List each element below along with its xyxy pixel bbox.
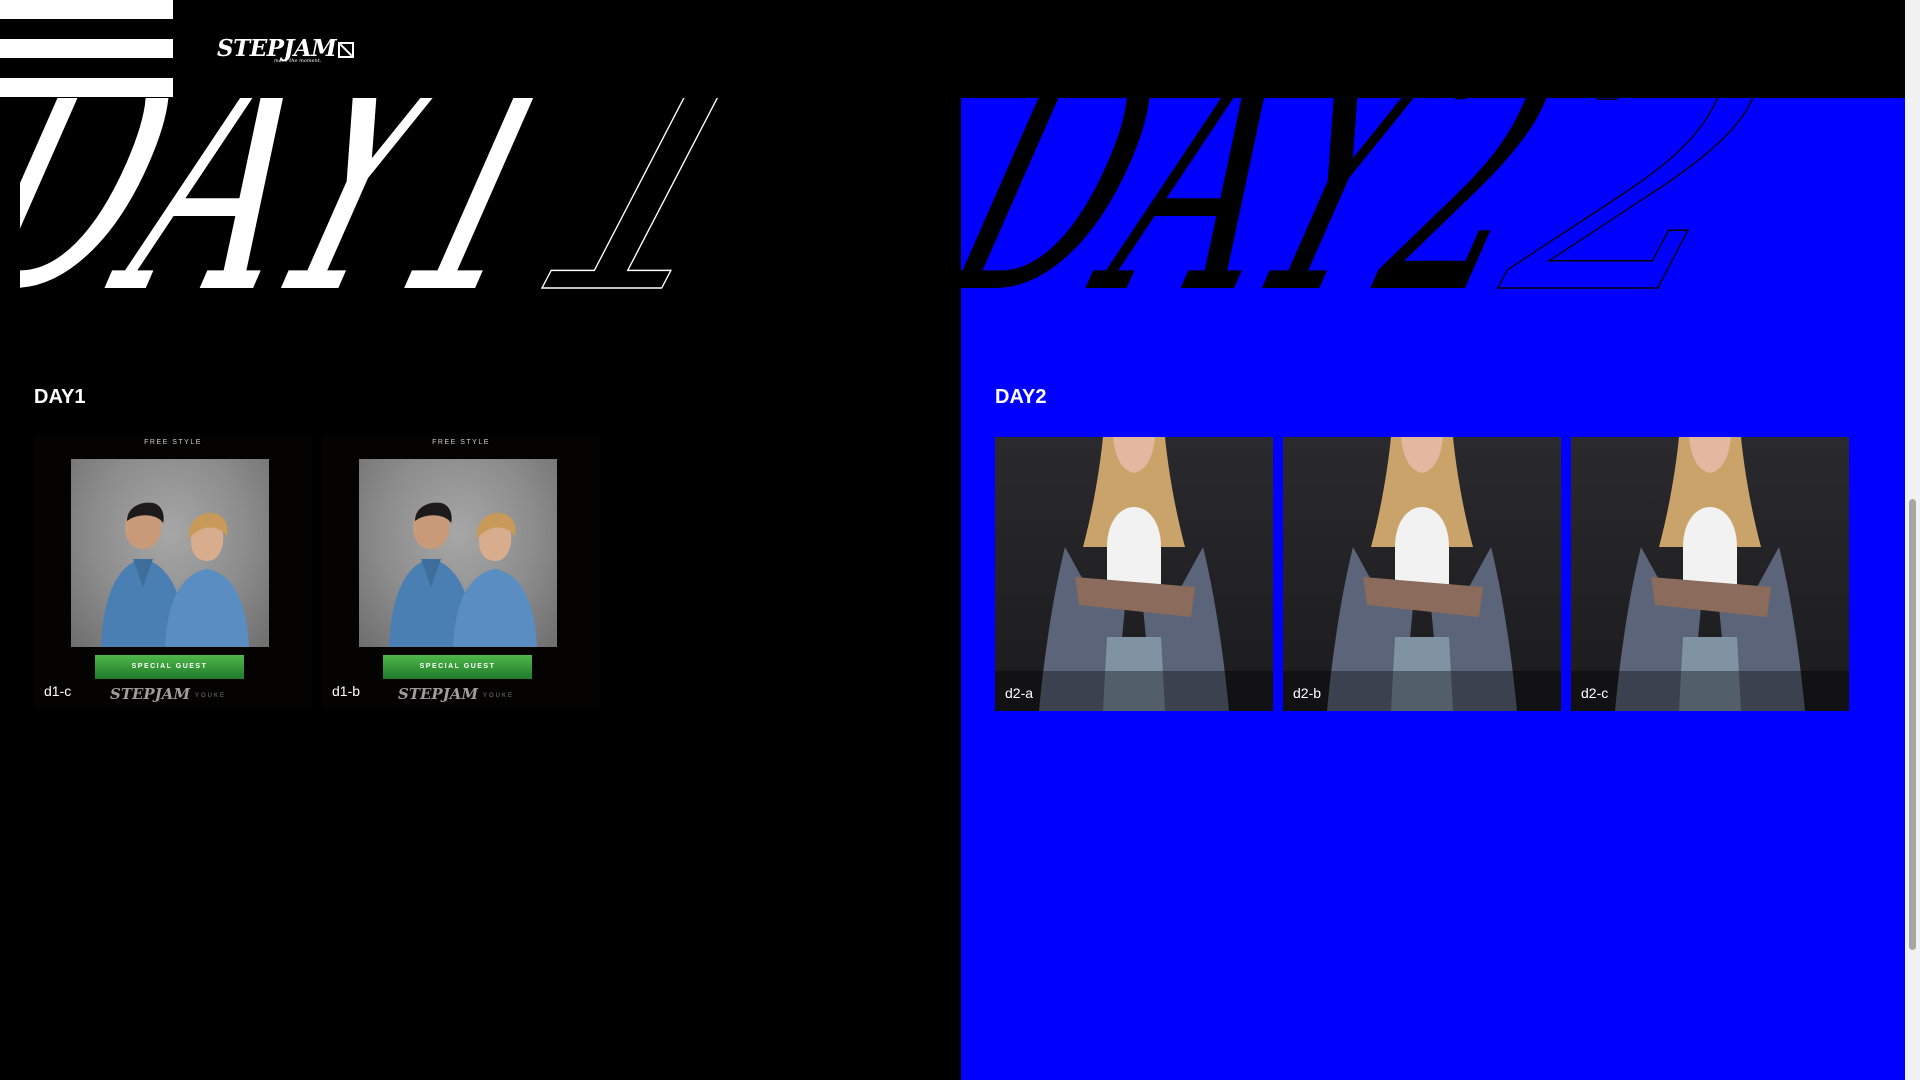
day2-section-label: DAY2 [995, 386, 1047, 408]
day2-card-d2-c[interactable]: d2-c [1571, 437, 1849, 711]
poster-special-guest-band: SPECIAL GUEST [383, 655, 532, 679]
day1-hero-number: 1 [492, 98, 837, 290]
scrollbar-thumb[interactable] [1909, 499, 1916, 950]
dancer-portrait-figure [1615, 437, 1805, 711]
day1-panel: DAY1 1 DAY1 FREE STYLE SPECIAL GUEST STE… [0, 0, 961, 1080]
poster-logo: STEPJAM [398, 685, 479, 703]
poster-photo [71, 459, 269, 647]
page-scrollbar[interactable] [1905, 0, 1920, 1080]
card-name: d1-b [332, 683, 361, 699]
menu-bar-middle [0, 39, 173, 58]
poster-logo: STEPJAM [110, 685, 191, 703]
card-name: d2-a [1005, 685, 1034, 701]
dancer-female-figure [453, 512, 537, 647]
poster-sub: YOUKE [483, 693, 515, 699]
dancer-portrait-figure [1327, 437, 1517, 711]
menu-bar-bottom [0, 78, 173, 97]
day1-card-d1-c[interactable]: FREE STYLE SPECIAL GUEST STEPJAM YOUKE d… [34, 435, 312, 709]
menu-bar-top [0, 0, 173, 19]
site-header: STEPJAM make the moment. [0, 0, 1905, 98]
card-name: d1-c [44, 683, 72, 699]
day1-card-d1-b[interactable]: FREE STYLE SPECIAL GUEST STEPJAM YOUKE d… [322, 435, 600, 709]
poster-sub: YOUKE [195, 693, 227, 699]
logo-box-icon [338, 42, 355, 58]
poster-top-text: FREE STYLE [144, 439, 202, 446]
day2-hero-word: DAY2 [961, 98, 1602, 290]
card-caption-shade [1571, 671, 1849, 711]
poster-photo [359, 459, 557, 647]
card-name: d2-c [1581, 685, 1609, 701]
day1-section-label: DAY1 [34, 386, 86, 408]
day2-hero-number: 2 [1468, 98, 1818, 290]
hamburger-menu-icon[interactable] [0, 0, 173, 98]
day1-hero-title: DAY1 1 [20, 98, 840, 290]
poster-top-text: FREE STYLE [432, 439, 490, 446]
card-caption-shade [1283, 671, 1561, 711]
stepjam-logo[interactable]: STEPJAM make the moment. [217, 34, 355, 64]
card-caption-shade [995, 671, 1273, 711]
card-name: d2-b [1293, 685, 1322, 701]
poster-special-guest-band: SPECIAL GUEST [95, 655, 244, 679]
day2-card-d2-b[interactable]: d2-b [1283, 437, 1561, 711]
day2-panel: DAY2 2 DAY2 d2-a d2-b [961, 98, 1905, 1080]
dancer-portrait-figure [1039, 437, 1229, 711]
dancer-female-figure [165, 512, 249, 647]
day1-hero-word: DAY1 [20, 98, 621, 290]
logo-tagline: make the moment. [274, 58, 322, 64]
day2-card-d2-a[interactable]: d2-a [995, 437, 1273, 711]
day2-hero-title: DAY2 2 [961, 98, 1905, 290]
